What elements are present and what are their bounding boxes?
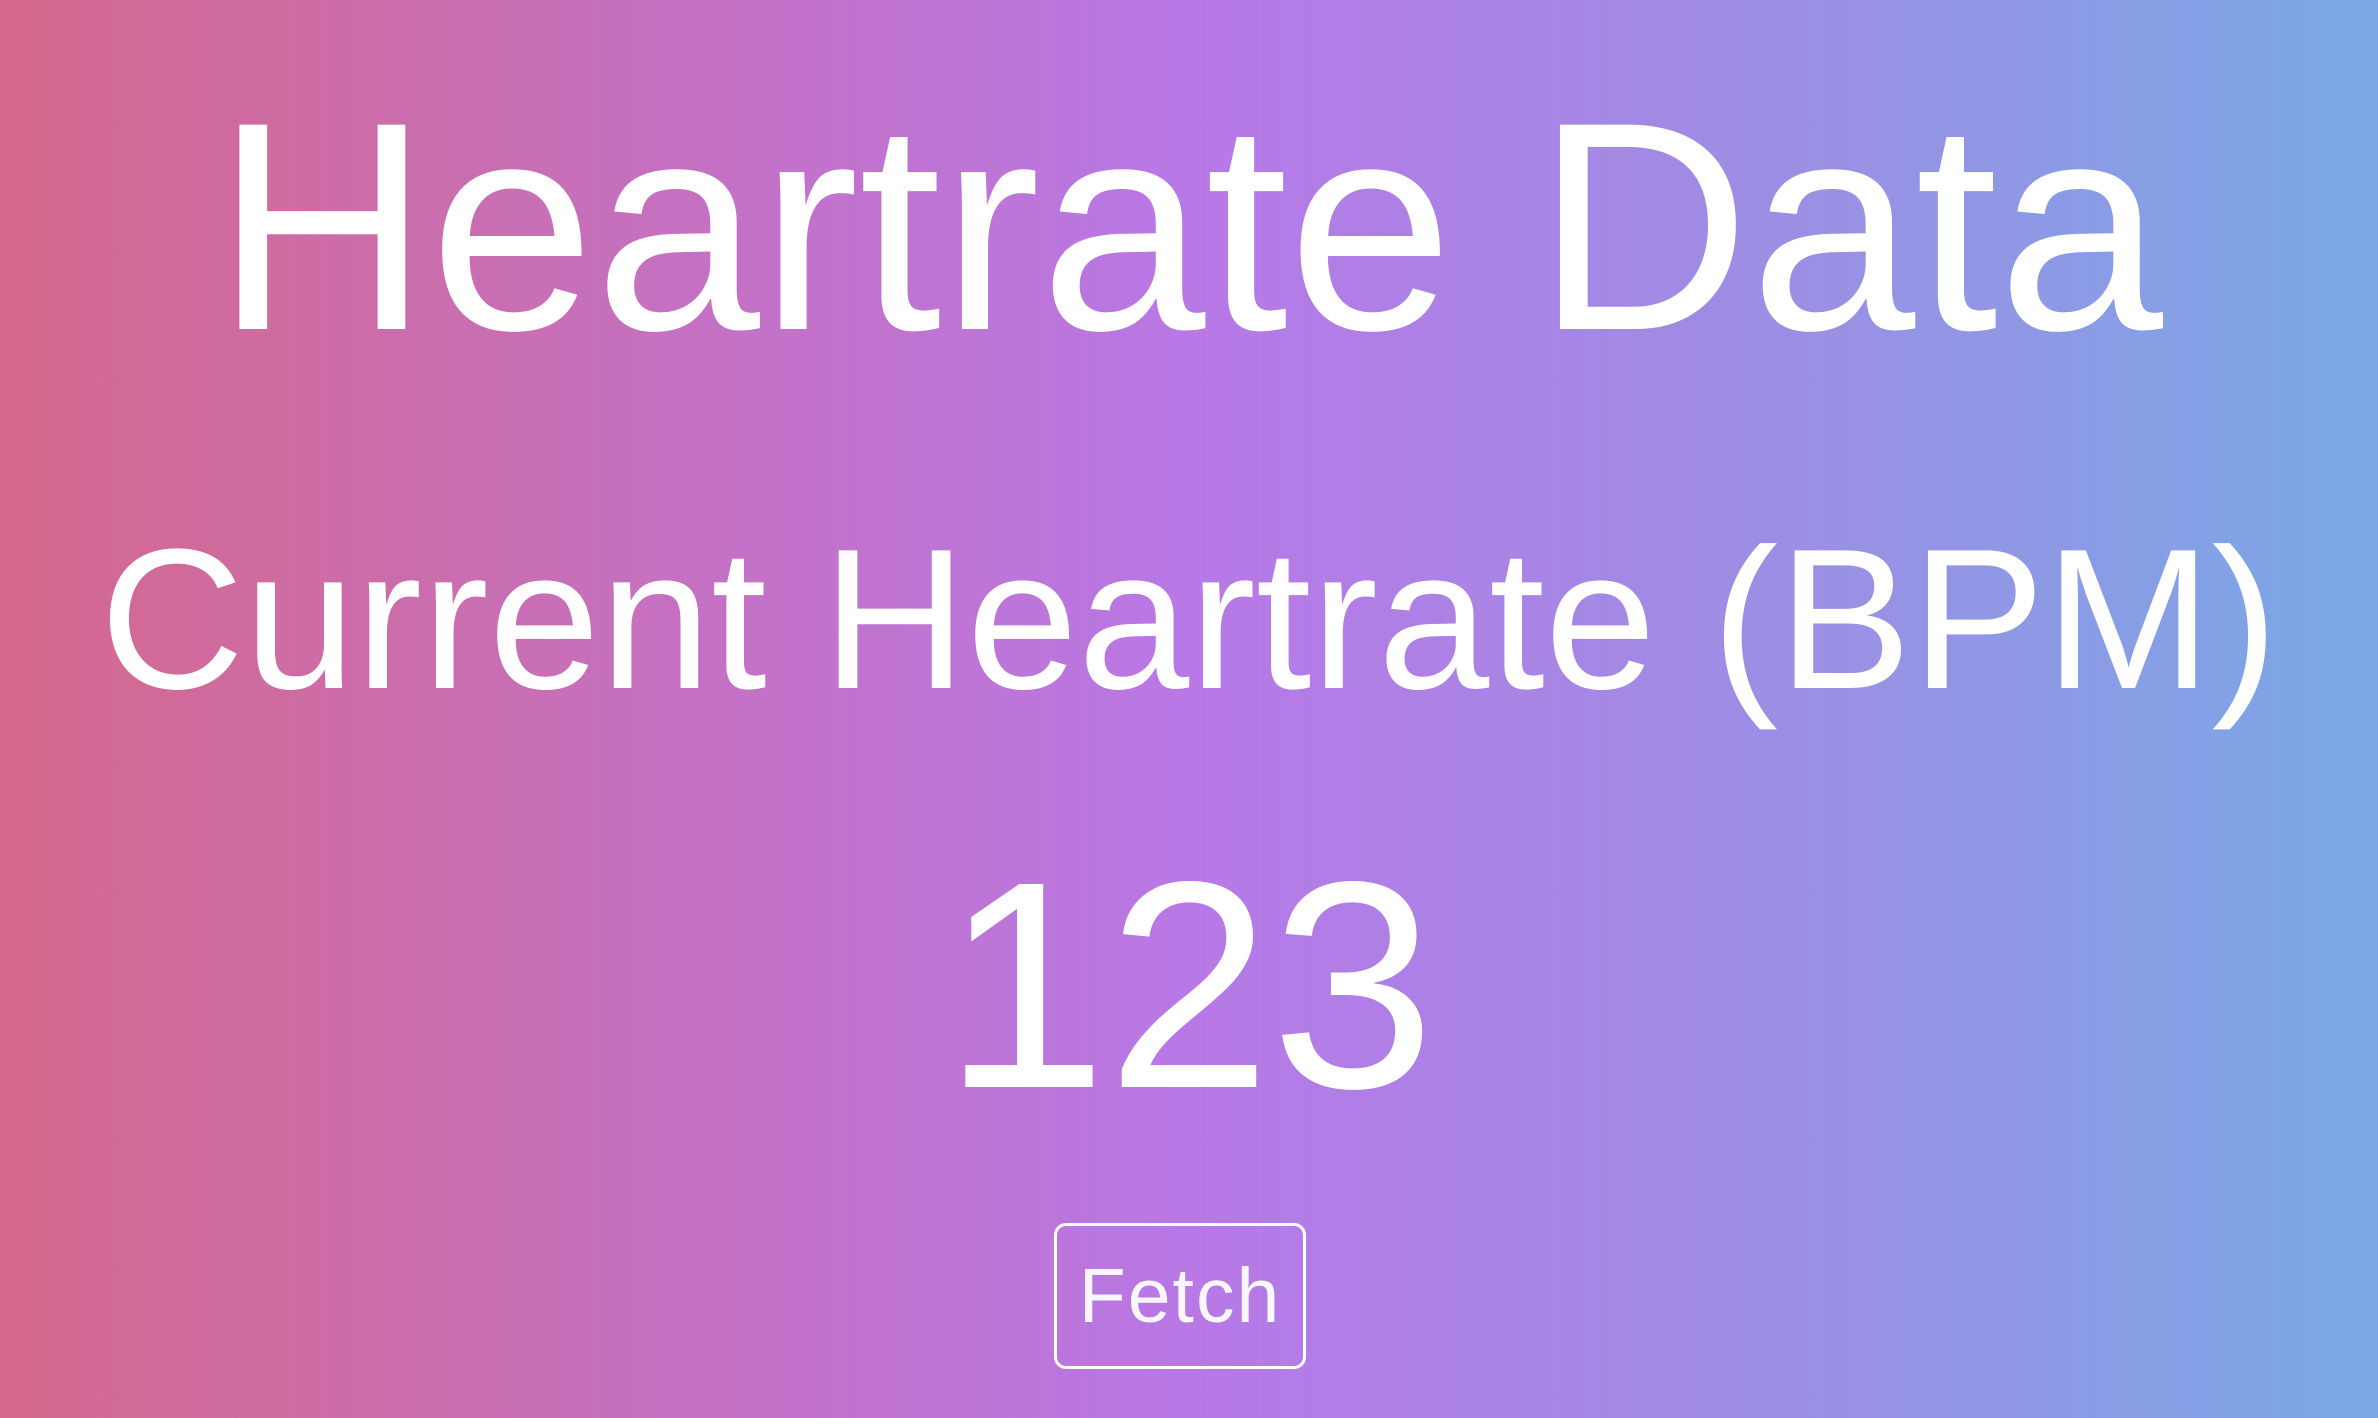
heartrate-label: Current Heartrate (BPM) [99, 508, 2279, 731]
heartrate-value: 123 [942, 820, 1436, 1150]
fetch-button[interactable]: Fetch [1054, 1223, 1306, 1369]
page-title: Heartrate Data [215, 60, 2163, 392]
